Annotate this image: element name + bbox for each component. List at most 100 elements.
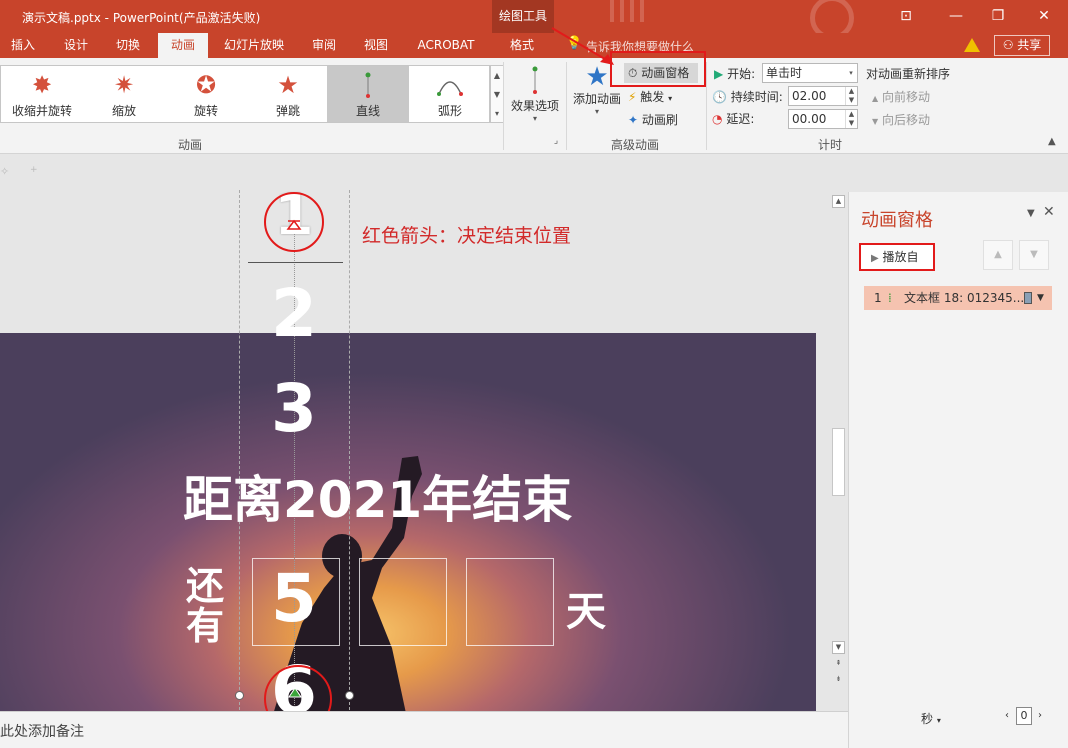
minimize-icon[interactable]: — bbox=[946, 6, 966, 26]
animation-bounce[interactable]: ★ 弹跳 bbox=[247, 66, 329, 122]
arrow-down-icon: ▼ bbox=[872, 117, 879, 126]
animation-shrink-spin[interactable]: ✸ 收缩并旋转 bbox=[1, 66, 83, 122]
number-3[interactable]: 3 bbox=[239, 370, 349, 447]
group-label-advanced: 高级动画 bbox=[610, 138, 659, 152]
tab-format[interactable]: 格式 bbox=[496, 33, 548, 58]
warning-icon[interactable] bbox=[964, 38, 980, 52]
item-index: 1 bbox=[874, 291, 882, 305]
number-2[interactable]: 2 bbox=[239, 275, 349, 352]
animation-painter-button[interactable]: ✦ 动画刷 bbox=[628, 111, 678, 128]
zoom-right-icon[interactable]: › bbox=[1038, 710, 1042, 721]
scroll-up-icon[interactable]: ▲ bbox=[832, 195, 845, 208]
animation-line-path[interactable]: 直线 bbox=[327, 66, 409, 122]
move-down-button[interactable]: ▼ bbox=[1019, 240, 1049, 270]
scroll-down-icon[interactable]: ▼ bbox=[832, 641, 845, 654]
number-5[interactable]: 5 bbox=[239, 560, 349, 637]
reorder-label: 对动画重新排序 bbox=[866, 67, 951, 81]
trigger-button[interactable]: ⚡ 触发 ▾ bbox=[628, 88, 672, 105]
gallery-more-icon[interactable]: ▾ bbox=[491, 104, 503, 123]
painter-icon: ✦ bbox=[628, 113, 639, 127]
gallery-up-icon[interactable]: ▲ bbox=[491, 66, 503, 85]
prev-slide-icon[interactable]: ⇞ bbox=[832, 658, 845, 671]
digit-box[interactable] bbox=[466, 558, 554, 646]
spinner-arrows-icon[interactable]: ▲ ▼ bbox=[845, 110, 857, 128]
animation-spin[interactable]: ✪ 旋转 bbox=[165, 66, 247, 122]
end-arrow-icon bbox=[286, 219, 302, 230]
delay-spinner[interactable]: 00.00 ▲ ▼ bbox=[788, 109, 858, 129]
chevron-down-icon[interactable]: ▾ bbox=[845, 64, 857, 82]
duration-spinner[interactable]: 02.00 ▲ ▼ bbox=[788, 86, 858, 106]
notes-pane[interactable]: 单击此处添加备注 bbox=[0, 711, 848, 748]
tab-acrobat[interactable]: ACROBAT bbox=[406, 33, 486, 58]
animation-arc-path[interactable]: 弧形 bbox=[409, 66, 491, 122]
move-up-button[interactable]: ▲ bbox=[983, 240, 1013, 270]
highlight-animation-pane bbox=[610, 51, 706, 87]
gallery-down-icon[interactable]: ▼ bbox=[491, 85, 503, 104]
tab-review[interactable]: 审阅 bbox=[302, 33, 346, 58]
sparkle-icon: + bbox=[30, 165, 38, 175]
animation-pane: 动画窗格 ▼ ✕ ▶ 播放自 ▲ ▼ 1 ⁞ 文本框 18: 012345...… bbox=[848, 192, 1068, 748]
clock-icon: 🕓 bbox=[712, 90, 727, 104]
trigger-label: 触发 bbox=[640, 90, 665, 104]
ribbon-display-icon[interactable]: ⊡ bbox=[896, 6, 916, 26]
collapse-ribbon-icon[interactable]: ▲ bbox=[1048, 136, 1056, 147]
have-label[interactable]: 有 bbox=[186, 595, 224, 650]
tab-insert[interactable]: 插入 bbox=[0, 33, 46, 58]
red-arrow-annotation bbox=[551, 27, 614, 65]
share-button[interactable]: ⚇ 共享 bbox=[994, 35, 1050, 56]
zoom-left-icon[interactable]: ‹ bbox=[1005, 710, 1009, 721]
tab-animations[interactable]: 动画 bbox=[158, 33, 208, 58]
start-row: ▶ 开始: bbox=[714, 65, 755, 82]
move-later-button[interactable]: ▼ 向后移动 bbox=[872, 111, 930, 128]
title-decoration bbox=[590, 0, 890, 33]
item-label: 文本框 18: 012345... bbox=[904, 291, 1025, 305]
resize-handle-left[interactable] bbox=[235, 691, 244, 700]
chevron-down-icon: ▾ bbox=[594, 107, 599, 116]
resize-handle-right[interactable] bbox=[345, 691, 354, 700]
close-icon[interactable]: ✕ bbox=[1034, 6, 1054, 26]
move-earlier-button[interactable]: ▲ 向前移动 bbox=[872, 88, 930, 105]
divider bbox=[706, 62, 707, 150]
headline[interactable]: 距离2021年结束 bbox=[183, 460, 572, 532]
spin-icon: ✪ bbox=[195, 71, 217, 99]
chevron-down-icon[interactable]: ▼ bbox=[1037, 286, 1044, 310]
day-label[interactable]: 天 bbox=[566, 579, 606, 637]
arrow-up-icon: ▲ bbox=[872, 94, 879, 103]
animation-label: 直线 bbox=[355, 104, 380, 118]
trigger-icon: ⚡ bbox=[628, 90, 637, 104]
tab-design[interactable]: 设计 bbox=[54, 33, 98, 58]
animation-list-item[interactable]: 1 ⁞ 文本框 18: 012345... ▼ bbox=[864, 286, 1052, 310]
pane-options-icon[interactable]: ▼ bbox=[1027, 208, 1035, 219]
gallery-scroll[interactable]: ▲ ▼ ▾ bbox=[490, 65, 504, 123]
scroll-thumb[interactable] bbox=[832, 428, 845, 496]
start-select[interactable]: 单击时 ▾ bbox=[762, 63, 858, 83]
title-bar: 演示文稿.pptx - PowerPoint(产品激活失败) 绘图工具 ⊡ — … bbox=[0, 0, 1068, 33]
user-icon: ⚇ bbox=[1002, 38, 1014, 52]
play-from-label: 播放自 bbox=[882, 250, 919, 264]
play-from-button[interactable]: ▶ 播放自 bbox=[859, 243, 935, 271]
start-value: 单击时 bbox=[766, 66, 803, 80]
digit-box[interactable] bbox=[359, 558, 447, 646]
animation-zoom[interactable]: ✷ 缩放 bbox=[83, 66, 165, 122]
tab-view[interactable]: 视图 bbox=[354, 33, 398, 58]
restore-icon[interactable]: ❐ bbox=[988, 6, 1008, 26]
effect-options-icon bbox=[532, 66, 538, 94]
timeline-bar-icon bbox=[1024, 292, 1032, 304]
effect-options-button[interactable]: 效果选项 ▾ bbox=[508, 64, 562, 130]
duration-label: 持续时间: bbox=[730, 90, 783, 104]
tab-transitions[interactable]: 切换 bbox=[106, 33, 150, 58]
next-slide-icon[interactable]: ⇟ bbox=[832, 674, 845, 687]
spinner-arrows-icon[interactable]: ▲ ▼ bbox=[845, 87, 857, 105]
animation-label: 旋转 bbox=[193, 104, 218, 118]
duration-row: 🕓 持续时间: bbox=[712, 88, 783, 105]
share-label: 共享 bbox=[1017, 38, 1042, 52]
vertical-scrollbar[interactable]: ▲ ▼ ⇞ ⇟ bbox=[830, 192, 847, 690]
chevron-down-icon: ▾ bbox=[936, 716, 941, 725]
line-path-icon bbox=[365, 72, 371, 98]
pane-close-icon[interactable]: ✕ bbox=[1043, 204, 1055, 220]
dialog-launcher-icon[interactable]: ⌟ bbox=[551, 136, 561, 146]
shrink-spin-icon: ✸ bbox=[31, 71, 53, 99]
tab-slideshow[interactable]: 幻灯片放映 bbox=[214, 33, 294, 58]
painter-label: 动画刷 bbox=[641, 113, 678, 127]
seconds-label[interactable]: 秒 ▾ bbox=[921, 710, 941, 727]
